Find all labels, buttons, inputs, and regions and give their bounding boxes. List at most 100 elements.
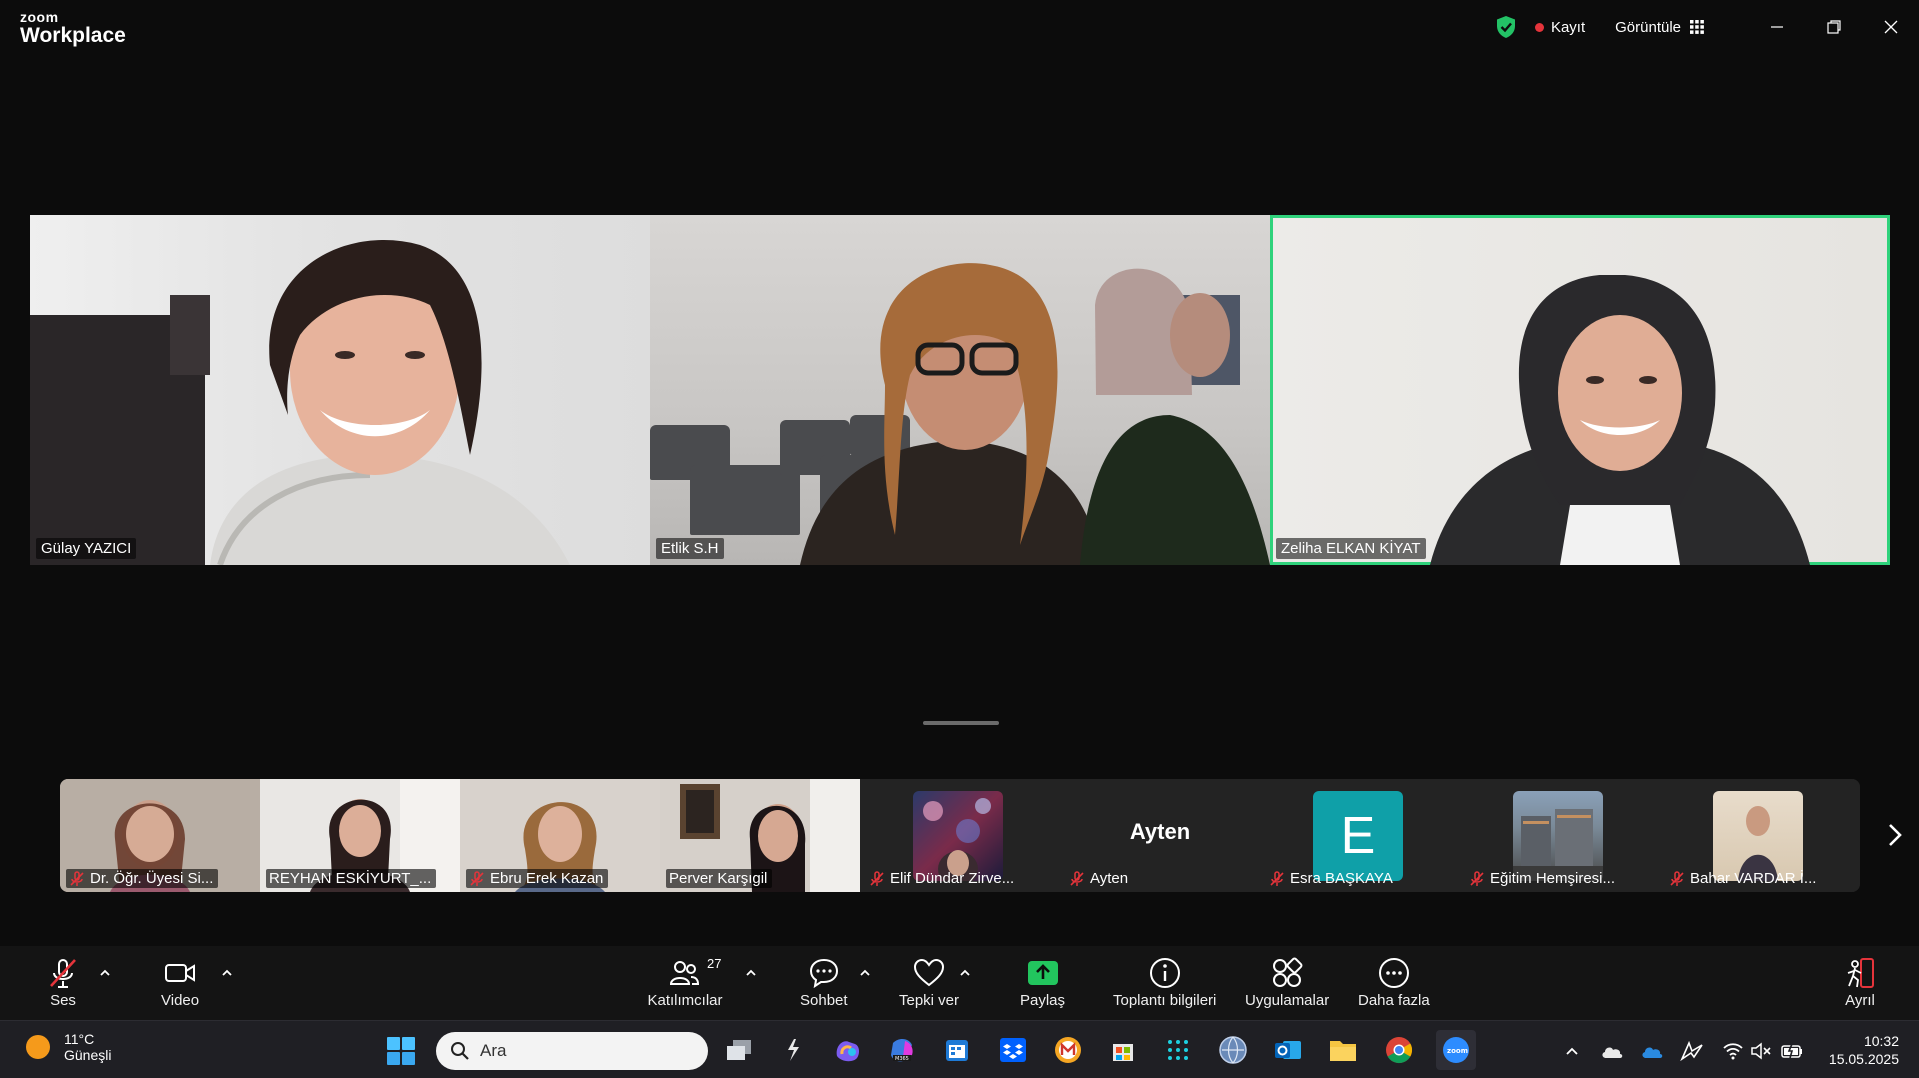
chevron-up-icon[interactable] bbox=[220, 966, 234, 980]
strip-name: Ayten bbox=[1090, 870, 1129, 887]
strip-name-tag: Eğitim Hemşiresi... bbox=[1466, 869, 1620, 888]
share-screen-icon bbox=[1027, 961, 1058, 985]
participant-name: Zeliha ELKAN KİYAT bbox=[1276, 538, 1426, 559]
minimize-button[interactable] bbox=[1748, 0, 1805, 54]
profile-picture bbox=[1713, 791, 1803, 881]
strip-name: Bahar VARDAR İ... bbox=[1690, 870, 1817, 887]
leave-door-icon bbox=[1847, 958, 1874, 988]
leave-button[interactable]: Ayrıl bbox=[1843, 956, 1877, 1016]
app-arrow-icon[interactable] bbox=[777, 1034, 809, 1066]
restore-button[interactable] bbox=[1805, 0, 1862, 54]
copilot-icon[interactable] bbox=[831, 1034, 863, 1066]
strip-name: Eğitim Hemşiresi... bbox=[1490, 870, 1616, 887]
record-indicator[interactable]: Kayıt bbox=[1534, 18, 1586, 36]
strip-name: Ebru Erek Kazan bbox=[490, 870, 604, 887]
apps-button[interactable]: Uygulamalar bbox=[1245, 956, 1329, 1016]
more-options-icon bbox=[1378, 958, 1409, 988]
more-button[interactable]: Daha fazla bbox=[1358, 956, 1430, 1016]
strip-tile-5[interactable]: Elif Dündar Zirve... bbox=[860, 779, 1060, 892]
chrome-icon[interactable] bbox=[1383, 1034, 1415, 1066]
chat-button[interactable]: Sohbet bbox=[800, 956, 848, 1016]
microsoft-store-icon[interactable] bbox=[1107, 1034, 1139, 1066]
react-button[interactable]: Tepki ver bbox=[899, 956, 959, 1016]
strip-tile-6[interactable]: Ayten Ayten bbox=[1060, 779, 1260, 892]
globe-app-icon[interactable] bbox=[1217, 1034, 1249, 1066]
mic-muted-icon bbox=[1670, 870, 1684, 886]
microsoft-365-icon[interactable]: M365 bbox=[886, 1034, 918, 1066]
strip-name-tag: REYHAN ESKİYURT_... bbox=[266, 869, 437, 888]
dotted-app-icon[interactable] bbox=[1162, 1034, 1194, 1066]
outlook-calendar-icon[interactable] bbox=[941, 1034, 973, 1066]
share-button[interactable]: Paylaş bbox=[1020, 956, 1065, 1016]
windows-start-icon[interactable] bbox=[386, 1036, 416, 1066]
location-icon[interactable] bbox=[1680, 1040, 1706, 1062]
weather-desc: Güneşli bbox=[64, 1047, 112, 1063]
profile-image bbox=[1738, 806, 1778, 881]
chevron-up-icon[interactable] bbox=[744, 966, 758, 980]
security-shield-icon[interactable] bbox=[1495, 15, 1517, 39]
gallery-resize-handle[interactable] bbox=[923, 721, 999, 725]
system-clock[interactable]: 10:32 15.05.2025 bbox=[1829, 1032, 1899, 1068]
video-tile-1[interactable]: Gülay YAZICI bbox=[30, 215, 650, 565]
strip-tile-3[interactable]: Ebru Erek Kazan bbox=[460, 779, 660, 892]
zoom-logo: zoom Workplace bbox=[20, 10, 126, 46]
strip-tile-8[interactable]: Eğitim Hemşiresi... bbox=[1460, 779, 1660, 892]
strip-name: REYHAN ESKİYURT_... bbox=[269, 870, 432, 887]
strip-tile-7[interactable]: E Esra BAŞKAYA bbox=[1260, 779, 1460, 892]
dropbox-icon[interactable] bbox=[997, 1034, 1029, 1066]
chevron-up-icon[interactable] bbox=[98, 966, 112, 980]
close-icon bbox=[1884, 20, 1897, 34]
outlook-icon[interactable] bbox=[1272, 1034, 1304, 1066]
weather-widget[interactable]: 11°C Güneşli bbox=[26, 1031, 111, 1063]
video-tile-2[interactable]: Etlik S.H bbox=[650, 215, 1270, 565]
taskbar-search[interactable]: Ara bbox=[436, 1032, 708, 1070]
chevron-up-icon[interactable] bbox=[958, 966, 972, 980]
record-label: Kayıt bbox=[1550, 18, 1586, 36]
profile-image bbox=[1513, 809, 1603, 881]
clock-time: 10:32 bbox=[1863, 1033, 1899, 1049]
file-explorer-icon[interactable] bbox=[1327, 1034, 1359, 1066]
participants-icon bbox=[669, 961, 700, 985]
search-placeholder: Ara bbox=[480, 1041, 507, 1060]
apps-label: Uygulamalar bbox=[1245, 992, 1330, 1009]
strip-name: Esra BAŞKAYA bbox=[1290, 870, 1393, 887]
strip-tile-1[interactable]: Dr. Öğr. Üyesi Si... bbox=[60, 779, 260, 892]
mic-muted-icon bbox=[1270, 870, 1284, 886]
view-button[interactable]: Görüntüle bbox=[1615, 19, 1704, 36]
video-tile-3-active-speaker[interactable]: Zeliha ELKAN KİYAT bbox=[1270, 215, 1890, 565]
zoom-taskbar-icon[interactable]: zoom bbox=[1436, 1030, 1476, 1070]
wifi-icon[interactable] bbox=[1722, 1040, 1744, 1062]
participants-button[interactable]: 27 Katılımcılar bbox=[647, 956, 723, 1016]
audio-button[interactable]: Ses bbox=[46, 956, 80, 1016]
letter-avatar: E bbox=[1313, 791, 1403, 881]
strip-name: Elif Dündar Zirve... bbox=[890, 870, 1015, 887]
strip-tile-2[interactable]: REYHAN ESKİYURT_... bbox=[260, 779, 460, 892]
svg-text:M365: M365 bbox=[895, 1056, 909, 1062]
strip-name-tag: Bahar VARDAR İ... bbox=[1666, 869, 1821, 888]
leave-label: Ayrıl bbox=[1845, 992, 1875, 1009]
sun-icon bbox=[26, 1035, 50, 1059]
restore-icon bbox=[1826, 20, 1841, 34]
strip-tile-9[interactable]: Bahar VARDAR İ... bbox=[1660, 779, 1860, 892]
chevron-up-icon[interactable] bbox=[858, 966, 872, 980]
mega-app-icon[interactable] bbox=[1052, 1034, 1084, 1066]
participant-video bbox=[1430, 275, 1810, 565]
meeting-info-button[interactable]: Toplantı bilgileri bbox=[1113, 956, 1216, 1016]
svg-text:zoom: zoom bbox=[1447, 1047, 1468, 1055]
cloud-icon[interactable] bbox=[1600, 1040, 1624, 1062]
video-button[interactable]: Video bbox=[161, 956, 199, 1016]
battery-icon[interactable] bbox=[1780, 1040, 1804, 1062]
tray-chevron-icon[interactable] bbox=[1564, 1040, 1580, 1062]
strip-tile-4[interactable]: Perver Karşıgil bbox=[660, 779, 860, 892]
chevron-right-icon[interactable] bbox=[1880, 820, 1910, 850]
strip-name-tag: Ebru Erek Kazan bbox=[466, 869, 609, 888]
apps-icon bbox=[1273, 957, 1303, 987]
volume-muted-icon[interactable] bbox=[1750, 1040, 1772, 1062]
onedrive-icon[interactable] bbox=[1640, 1040, 1664, 1062]
participant-name: Gülay YAZICI bbox=[36, 538, 137, 559]
heart-icon bbox=[914, 958, 945, 987]
logo-big: Workplace bbox=[20, 24, 126, 47]
close-button[interactable] bbox=[1862, 0, 1919, 54]
task-view-icon[interactable] bbox=[723, 1034, 755, 1066]
os-taskbar: 11°C Güneşli Ara M365 zoom 10:32 15.05.2… bbox=[0, 1020, 1919, 1078]
